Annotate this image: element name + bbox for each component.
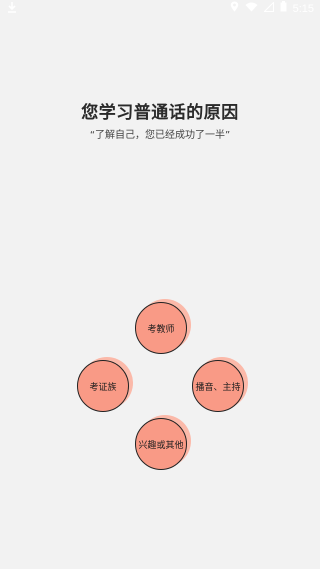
option-broadcasting-hosting[interactable]: 播音、主持 bbox=[192, 357, 248, 412]
option-label: 考教师 bbox=[147, 324, 175, 335]
download-icon bbox=[7, 1, 17, 17]
option-interest-other[interactable]: 兴趣或其他 bbox=[135, 415, 191, 470]
option-circle[interactable]: 播音、主持 bbox=[192, 360, 244, 412]
wifi-icon bbox=[245, 1, 258, 17]
battery-icon bbox=[280, 1, 287, 17]
status-bar: 5:15 bbox=[0, 0, 320, 18]
status-time: 5:15 bbox=[292, 3, 314, 15]
option-circle[interactable]: 考教师 bbox=[135, 302, 187, 354]
option-label: 考证族 bbox=[89, 382, 117, 393]
option-circle[interactable]: 考证族 bbox=[77, 360, 129, 412]
option-teacher-exam[interactable]: 考教师 bbox=[135, 299, 191, 354]
page-title: 您学习普通话的原因 bbox=[81, 103, 239, 123]
option-certificate[interactable]: 考证族 bbox=[77, 357, 133, 412]
signal-icon bbox=[262, 1, 274, 17]
page-subtitle: “了解自己，您已经成功了一半” bbox=[89, 130, 231, 141]
option-label: 播音、主持 bbox=[195, 382, 241, 393]
location-icon bbox=[230, 1, 239, 17]
option-circle[interactable]: 兴趣或其他 bbox=[135, 418, 187, 470]
option-label: 兴趣或其他 bbox=[138, 440, 184, 451]
